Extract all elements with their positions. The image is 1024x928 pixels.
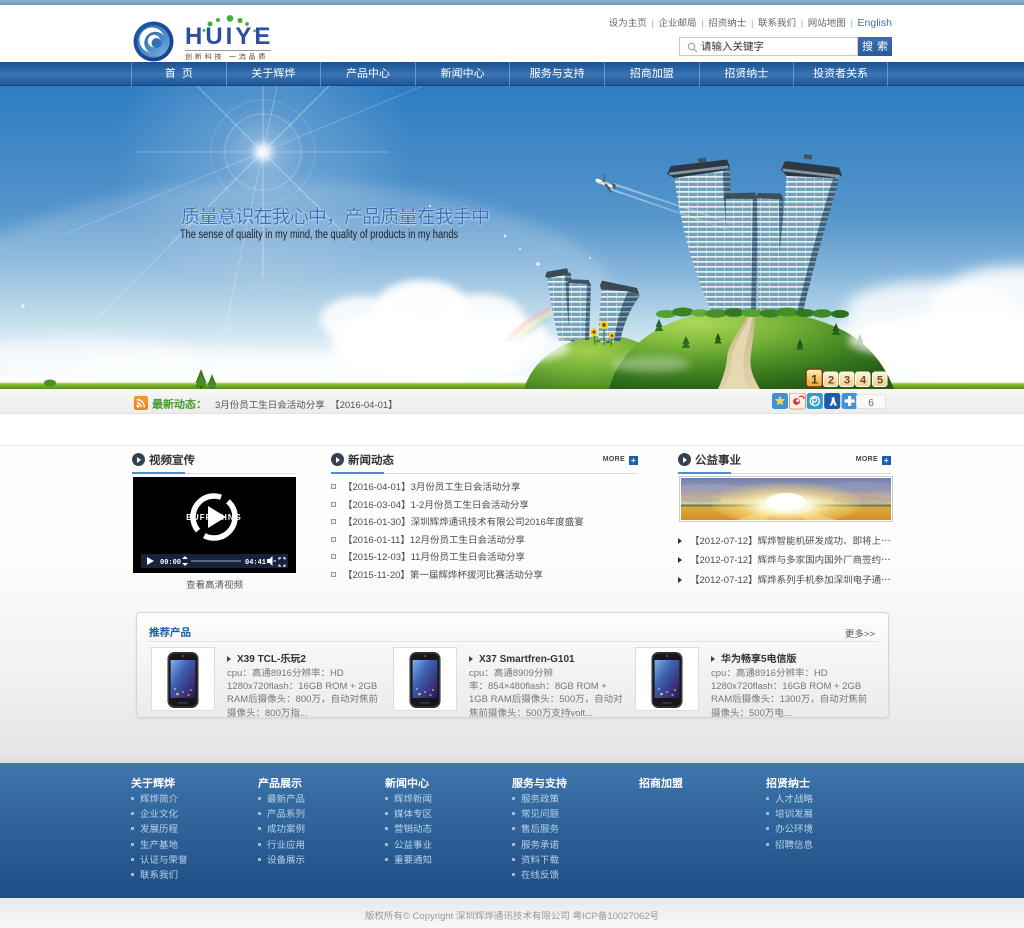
svg-text:1: 1 <box>811 373 818 387</box>
svg-text:BUFFERING: BUFFERING <box>186 513 242 522</box>
svg-text:04:41: 04:41 <box>245 559 266 567</box>
svg-text:The sense of quality in my min: The sense of quality in my mind, the qua… <box>180 229 458 241</box>
svg-text:3: 3 <box>844 375 850 387</box>
svg-text:5: 5 <box>877 375 883 387</box>
svg-text:2: 2 <box>828 375 834 387</box>
svg-text:质量意识在我心中，产品质量在我手中: 质量意识在我心中，产品质量在我手中 <box>181 202 490 229</box>
svg-text:4: 4 <box>860 375 867 387</box>
svg-text:00:00: 00:00 <box>160 559 181 567</box>
